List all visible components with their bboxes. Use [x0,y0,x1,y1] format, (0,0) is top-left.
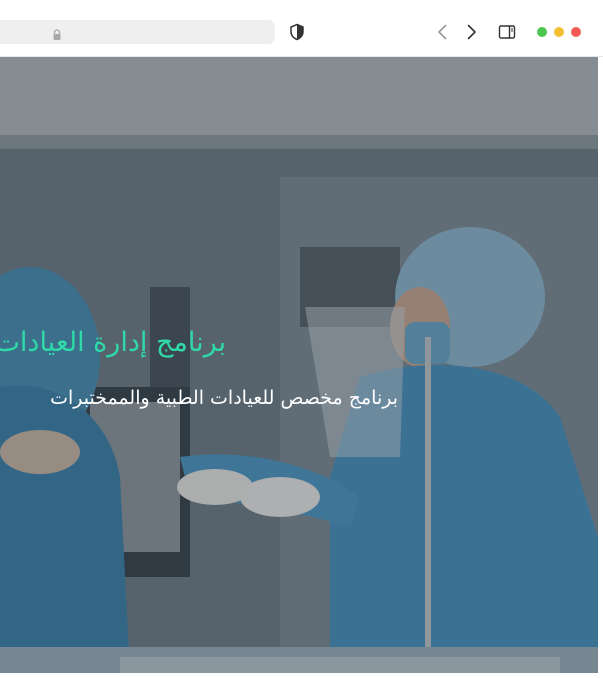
hero-overlay [0,57,598,673]
sidebar-toggle-button[interactable] [497,22,517,42]
chevron-right-icon [467,24,476,40]
chevron-left-icon [438,24,447,40]
forward-button[interactable] [461,22,481,42]
hero-banner: برنامج إدارة العيادات برنامج مخصص للعياد… [0,57,598,673]
back-button[interactable] [433,22,453,42]
zoom-button[interactable] [537,27,547,37]
sidebar-icon [498,25,516,39]
hero-title: برنامج إدارة العيادات [0,327,226,358]
close-button[interactable] [571,27,581,37]
shield-icon[interactable] [288,23,306,41]
hero-subtitle: برنامج مخصص للعيادات الطبية والممختبرات [50,387,398,409]
page-bottom-strip [0,673,603,678]
browser-window: برنامج إدارة العيادات برنامج مخصص للعياد… [0,0,603,678]
address-bar[interactable] [0,20,275,44]
browser-toolbar [0,0,603,57]
minimize-button[interactable] [554,27,564,37]
lock-icon [52,26,62,40]
